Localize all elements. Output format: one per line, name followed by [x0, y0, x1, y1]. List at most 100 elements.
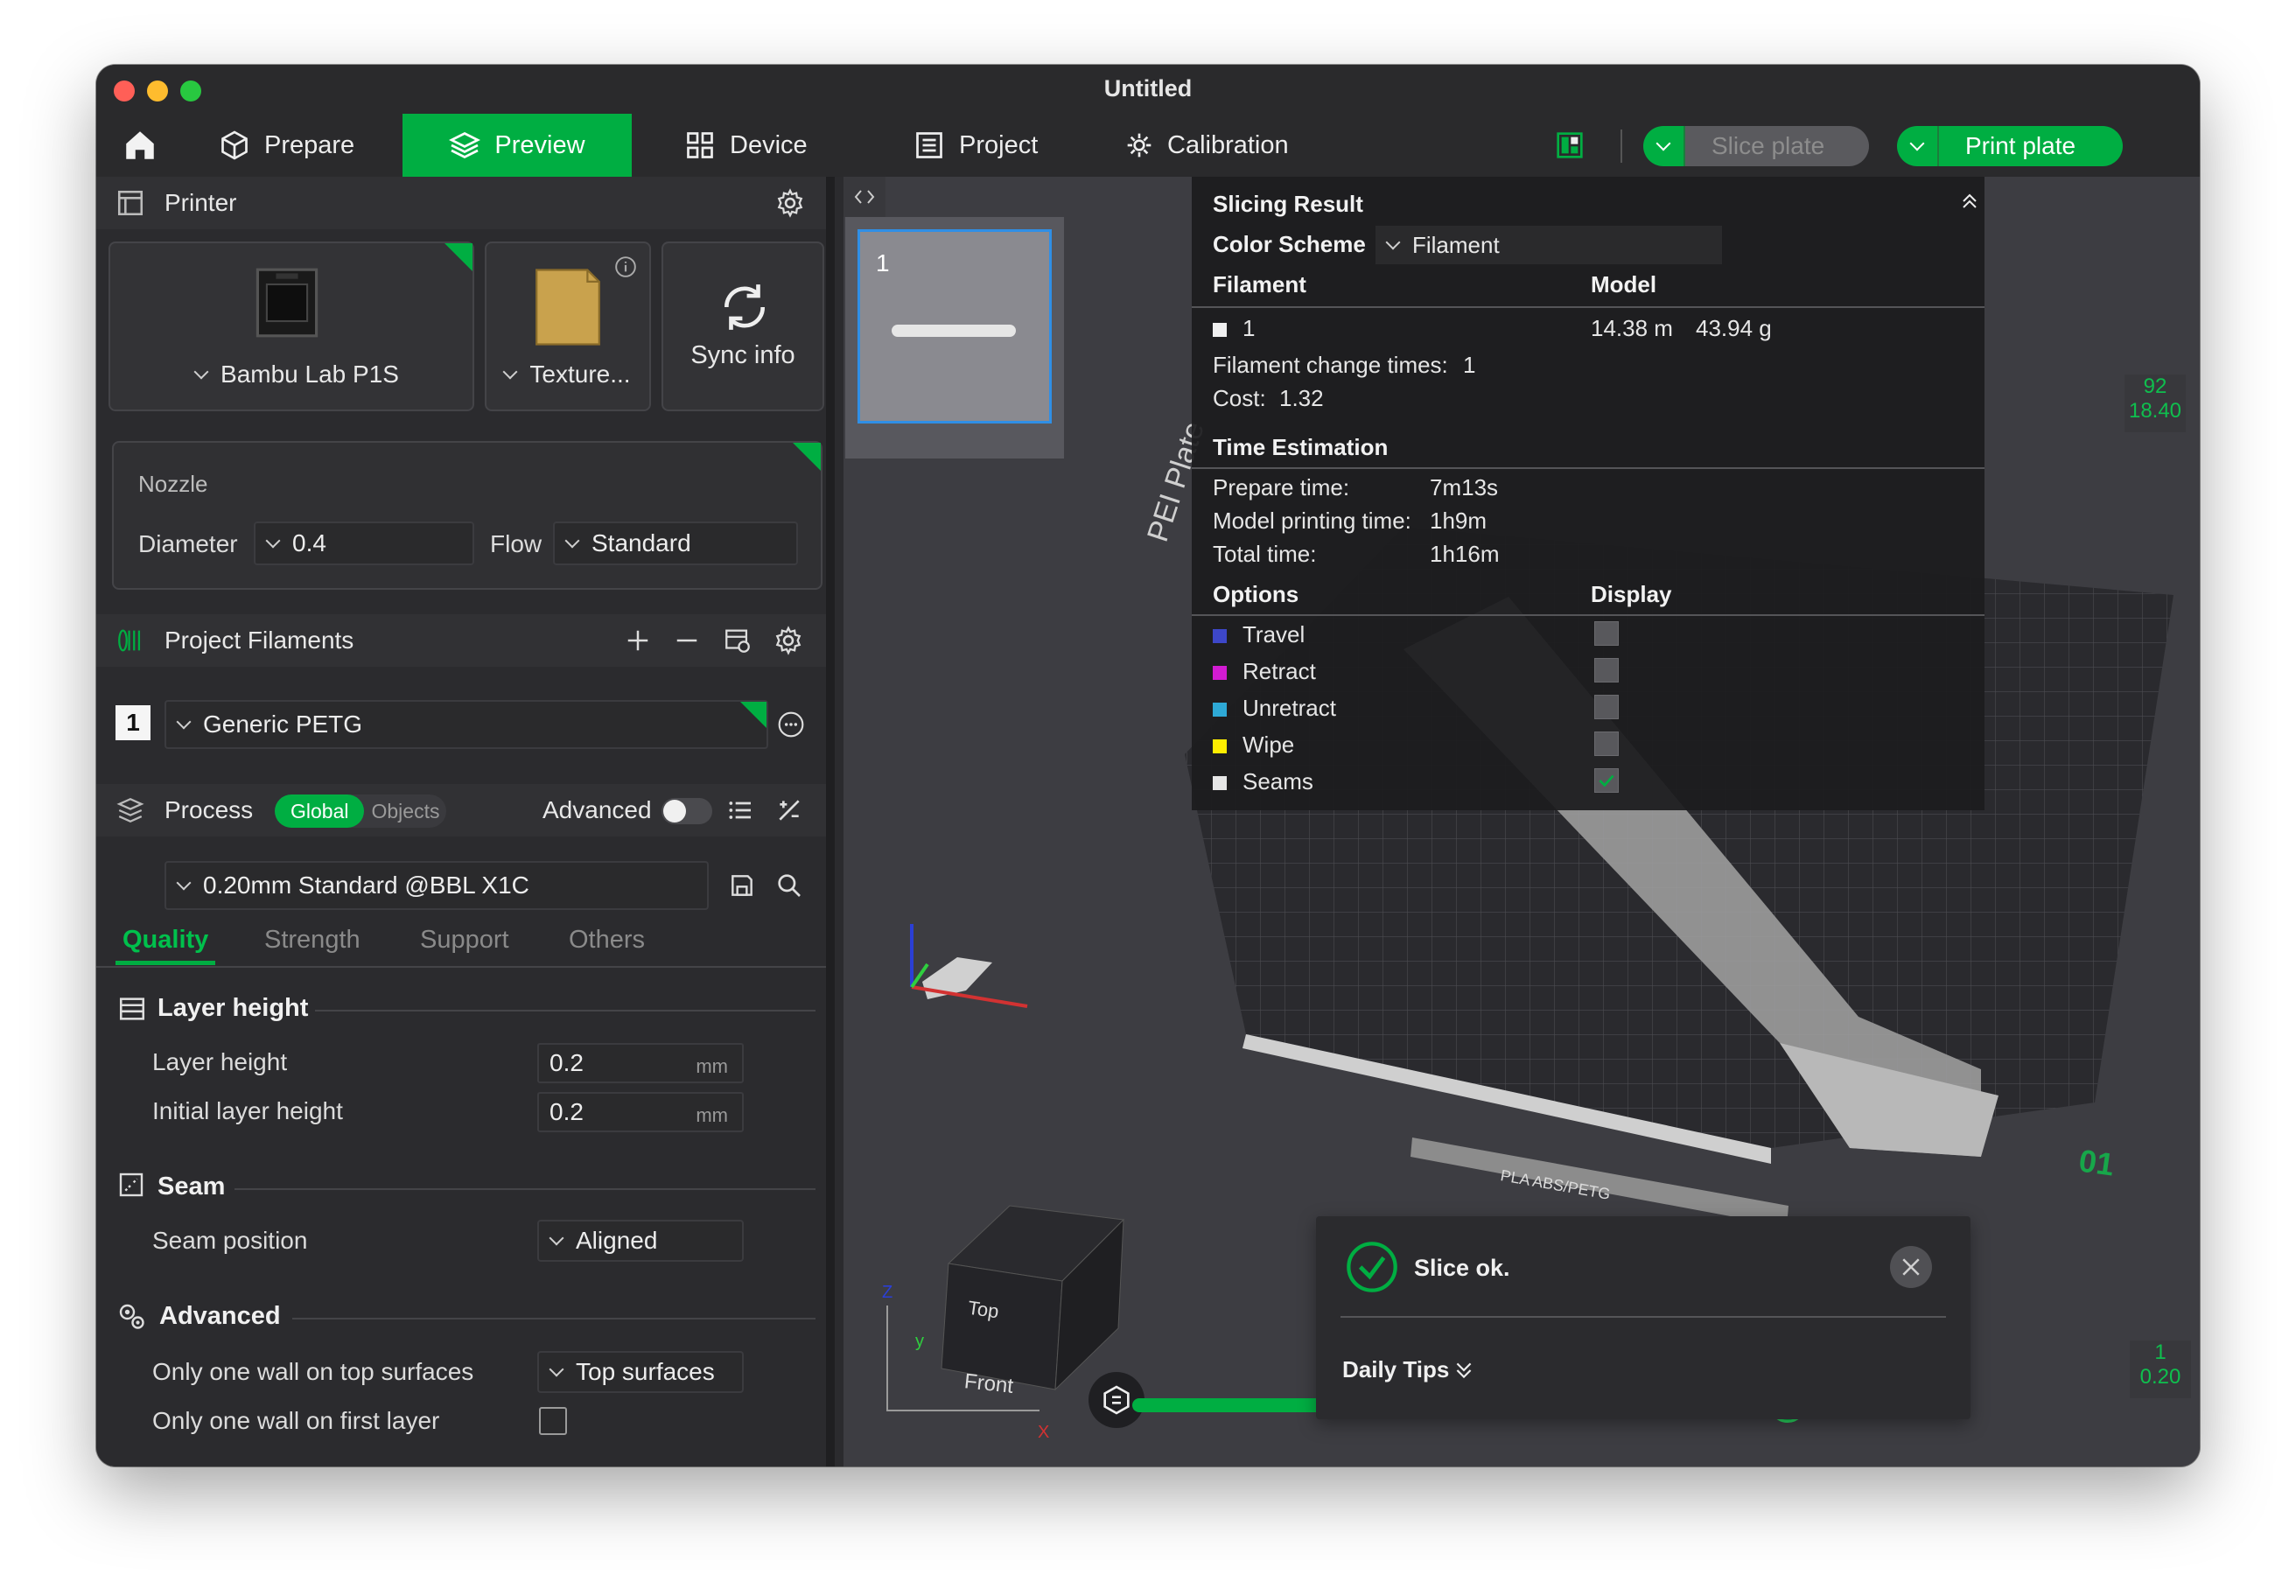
- wipe-color-swatch: [1213, 739, 1227, 753]
- one-wall-top-dropdown[interactable]: Top surfaces: [537, 1351, 744, 1393]
- list-view-icon[interactable]: [726, 796, 754, 824]
- chevron-down-icon: [176, 714, 192, 730]
- seam-position-dropdown[interactable]: Aligned: [537, 1220, 744, 1262]
- tab-project[interactable]: Project: [914, 114, 1038, 177]
- tabs-divider: [96, 966, 826, 968]
- model-header: Model: [1591, 271, 1657, 298]
- close-notification-button[interactable]: [1890, 1246, 1932, 1288]
- display-header: Display: [1591, 581, 1672, 607]
- home-button[interactable]: [114, 114, 166, 177]
- print-plate-button[interactable]: Print plate: [1939, 126, 2123, 166]
- tab-quality[interactable]: Quality: [122, 926, 208, 955]
- seam-icon: [119, 1172, 144, 1197]
- filament-preset-dropdown[interactable]: Generic PETG: [164, 700, 768, 749]
- printer-select-card[interactable]: Bambu Lab P1S: [108, 242, 474, 411]
- tab-calibration[interactable]: Calibration: [1125, 114, 1289, 177]
- slicing-result-panel: Slicing Result Color Scheme Filament Fil…: [1192, 177, 1984, 810]
- color-scheme-label: Color Scheme: [1213, 231, 1366, 257]
- seam-position-value: Aligned: [576, 1227, 658, 1254]
- filament-index-badge[interactable]: 1: [116, 705, 150, 740]
- advanced-switch[interactable]: [662, 798, 712, 824]
- tab-others[interactable]: Others: [569, 926, 645, 955]
- chevron-down-icon: [176, 875, 192, 891]
- plate-type-dropdown[interactable]: Texture...: [486, 360, 649, 388]
- filament-spool-icon: [118, 629, 141, 652]
- filament-sync-icon[interactable]: [723, 626, 752, 655]
- collapse-plates-button[interactable]: [844, 177, 886, 217]
- tab-support[interactable]: Support: [420, 926, 509, 955]
- unretract-display-checkbox[interactable]: [1594, 695, 1619, 719]
- initial-layer-height-input[interactable]: 0.2 mm: [537, 1092, 744, 1132]
- printer-section-title: Printer: [164, 189, 237, 216]
- layout-toggle-button[interactable]: [1552, 114, 1587, 177]
- bottom-layer-height: 0.20: [2139, 1365, 2181, 1389]
- flow-label: Flow: [490, 530, 542, 557]
- tab-prepare[interactable]: Prepare: [219, 114, 354, 177]
- seams-display-checkbox[interactable]: [1594, 768, 1619, 793]
- tab-device[interactable]: Device: [684, 114, 808, 177]
- process-profile-dropdown[interactable]: 0.20mm Standard @BBL X1C: [164, 861, 709, 910]
- slicing-result-title: Slicing Result: [1213, 191, 1363, 217]
- gear-icon[interactable]: [774, 626, 803, 655]
- process-profile-name: 0.20mm Standard @BBL X1C: [203, 872, 529, 899]
- info-icon[interactable]: [614, 256, 637, 278]
- code-brackets-icon: [854, 190, 875, 204]
- objects-toggle-option[interactable]: Objects: [364, 800, 439, 823]
- one-wall-first-layer-label: Only one wall on first layer: [152, 1407, 440, 1434]
- plate-thumbnail[interactable]: 1: [858, 229, 1052, 424]
- printer-name-dropdown[interactable]: Bambu Lab P1S: [110, 360, 472, 388]
- plate-type-card[interactable]: Texture...: [485, 242, 651, 411]
- search-icon[interactable]: [775, 872, 803, 900]
- calibration-icon: [1127, 133, 1152, 158]
- diameter-value: 0.4: [292, 529, 326, 556]
- bottom-layer-number: 1: [2154, 1340, 2166, 1364]
- process-layers-icon: [116, 798, 144, 822]
- initial-layer-height-value: 0.2: [550, 1098, 584, 1125]
- view-cube-front[interactable]: [941, 1263, 1063, 1390]
- retract-display-checkbox[interactable]: [1594, 658, 1619, 682]
- print-options-button[interactable]: [1897, 126, 1939, 166]
- color-scheme-dropdown[interactable]: Filament: [1376, 226, 1722, 264]
- tab-strength[interactable]: Strength: [264, 926, 360, 955]
- unretract-color-swatch: [1213, 703, 1227, 717]
- main-tab-bar: Prepare Preview Device Project Calibrati…: [96, 114, 2200, 177]
- print-plate-group: Print plate: [1897, 126, 2123, 166]
- wipe-display-checkbox[interactable]: [1594, 732, 1619, 756]
- seams-color-swatch: [1213, 776, 1227, 790]
- layer-slider-bottom-readout: 1 0.20: [2130, 1340, 2191, 1398]
- global-toggle-option[interactable]: Global: [275, 794, 365, 828]
- save-preset-icon[interactable]: [728, 872, 756, 900]
- add-filament-icon[interactable]: [625, 627, 651, 654]
- flow-value: Standard: [592, 529, 691, 556]
- layer-height-input[interactable]: 0.2 mm: [537, 1043, 744, 1083]
- plate-number: 01: [2076, 1142, 2117, 1183]
- diameter-dropdown[interactable]: 0.4: [254, 522, 474, 565]
- plate-thumbnail-model: [892, 325, 1016, 337]
- gear-icon[interactable]: [775, 188, 805, 218]
- option-travel: Travel: [1213, 621, 1305, 648]
- 3d-viewport[interactable]: PEI Plate PLA ABS/PETG 01 Top Front Z y …: [844, 177, 2200, 1466]
- compare-presets-icon[interactable]: [775, 796, 803, 824]
- daily-tips-toggle[interactable]: Daily Tips: [1342, 1356, 1475, 1383]
- travel-display-checkbox[interactable]: [1594, 621, 1619, 646]
- more-options-icon[interactable]: [777, 710, 805, 738]
- chevron-down-icon: [1656, 136, 1671, 151]
- view-cube-top-label: Top: [966, 1296, 1001, 1323]
- chevron-down-icon: [549, 1362, 564, 1377]
- chevron-up-icon[interactable]: [1958, 191, 1981, 212]
- layer-slider-top-readout: 92 18.40: [2124, 374, 2186, 432]
- selected-corner-badge: [444, 243, 472, 271]
- tab-preview[interactable]: Preview: [402, 114, 632, 177]
- daily-tips-label: Daily Tips: [1342, 1356, 1450, 1382]
- slice-plate-button[interactable]: Slice plate: [1685, 126, 1869, 166]
- flow-dropdown[interactable]: Standard: [553, 522, 798, 565]
- sync-info-button[interactable]: Sync info: [662, 242, 824, 411]
- one-wall-first-layer-checkbox[interactable]: [539, 1407, 567, 1435]
- remove-filament-icon[interactable]: [674, 627, 700, 654]
- slice-options-button[interactable]: [1643, 126, 1685, 166]
- toolbar-divider: [1620, 130, 1622, 163]
- model-printing-time-value: 1h9m: [1430, 508, 1488, 534]
- layers-icon: [449, 131, 481, 159]
- advanced-group-title: Advanced: [159, 1302, 281, 1330]
- chevron-down-icon: [265, 533, 281, 549]
